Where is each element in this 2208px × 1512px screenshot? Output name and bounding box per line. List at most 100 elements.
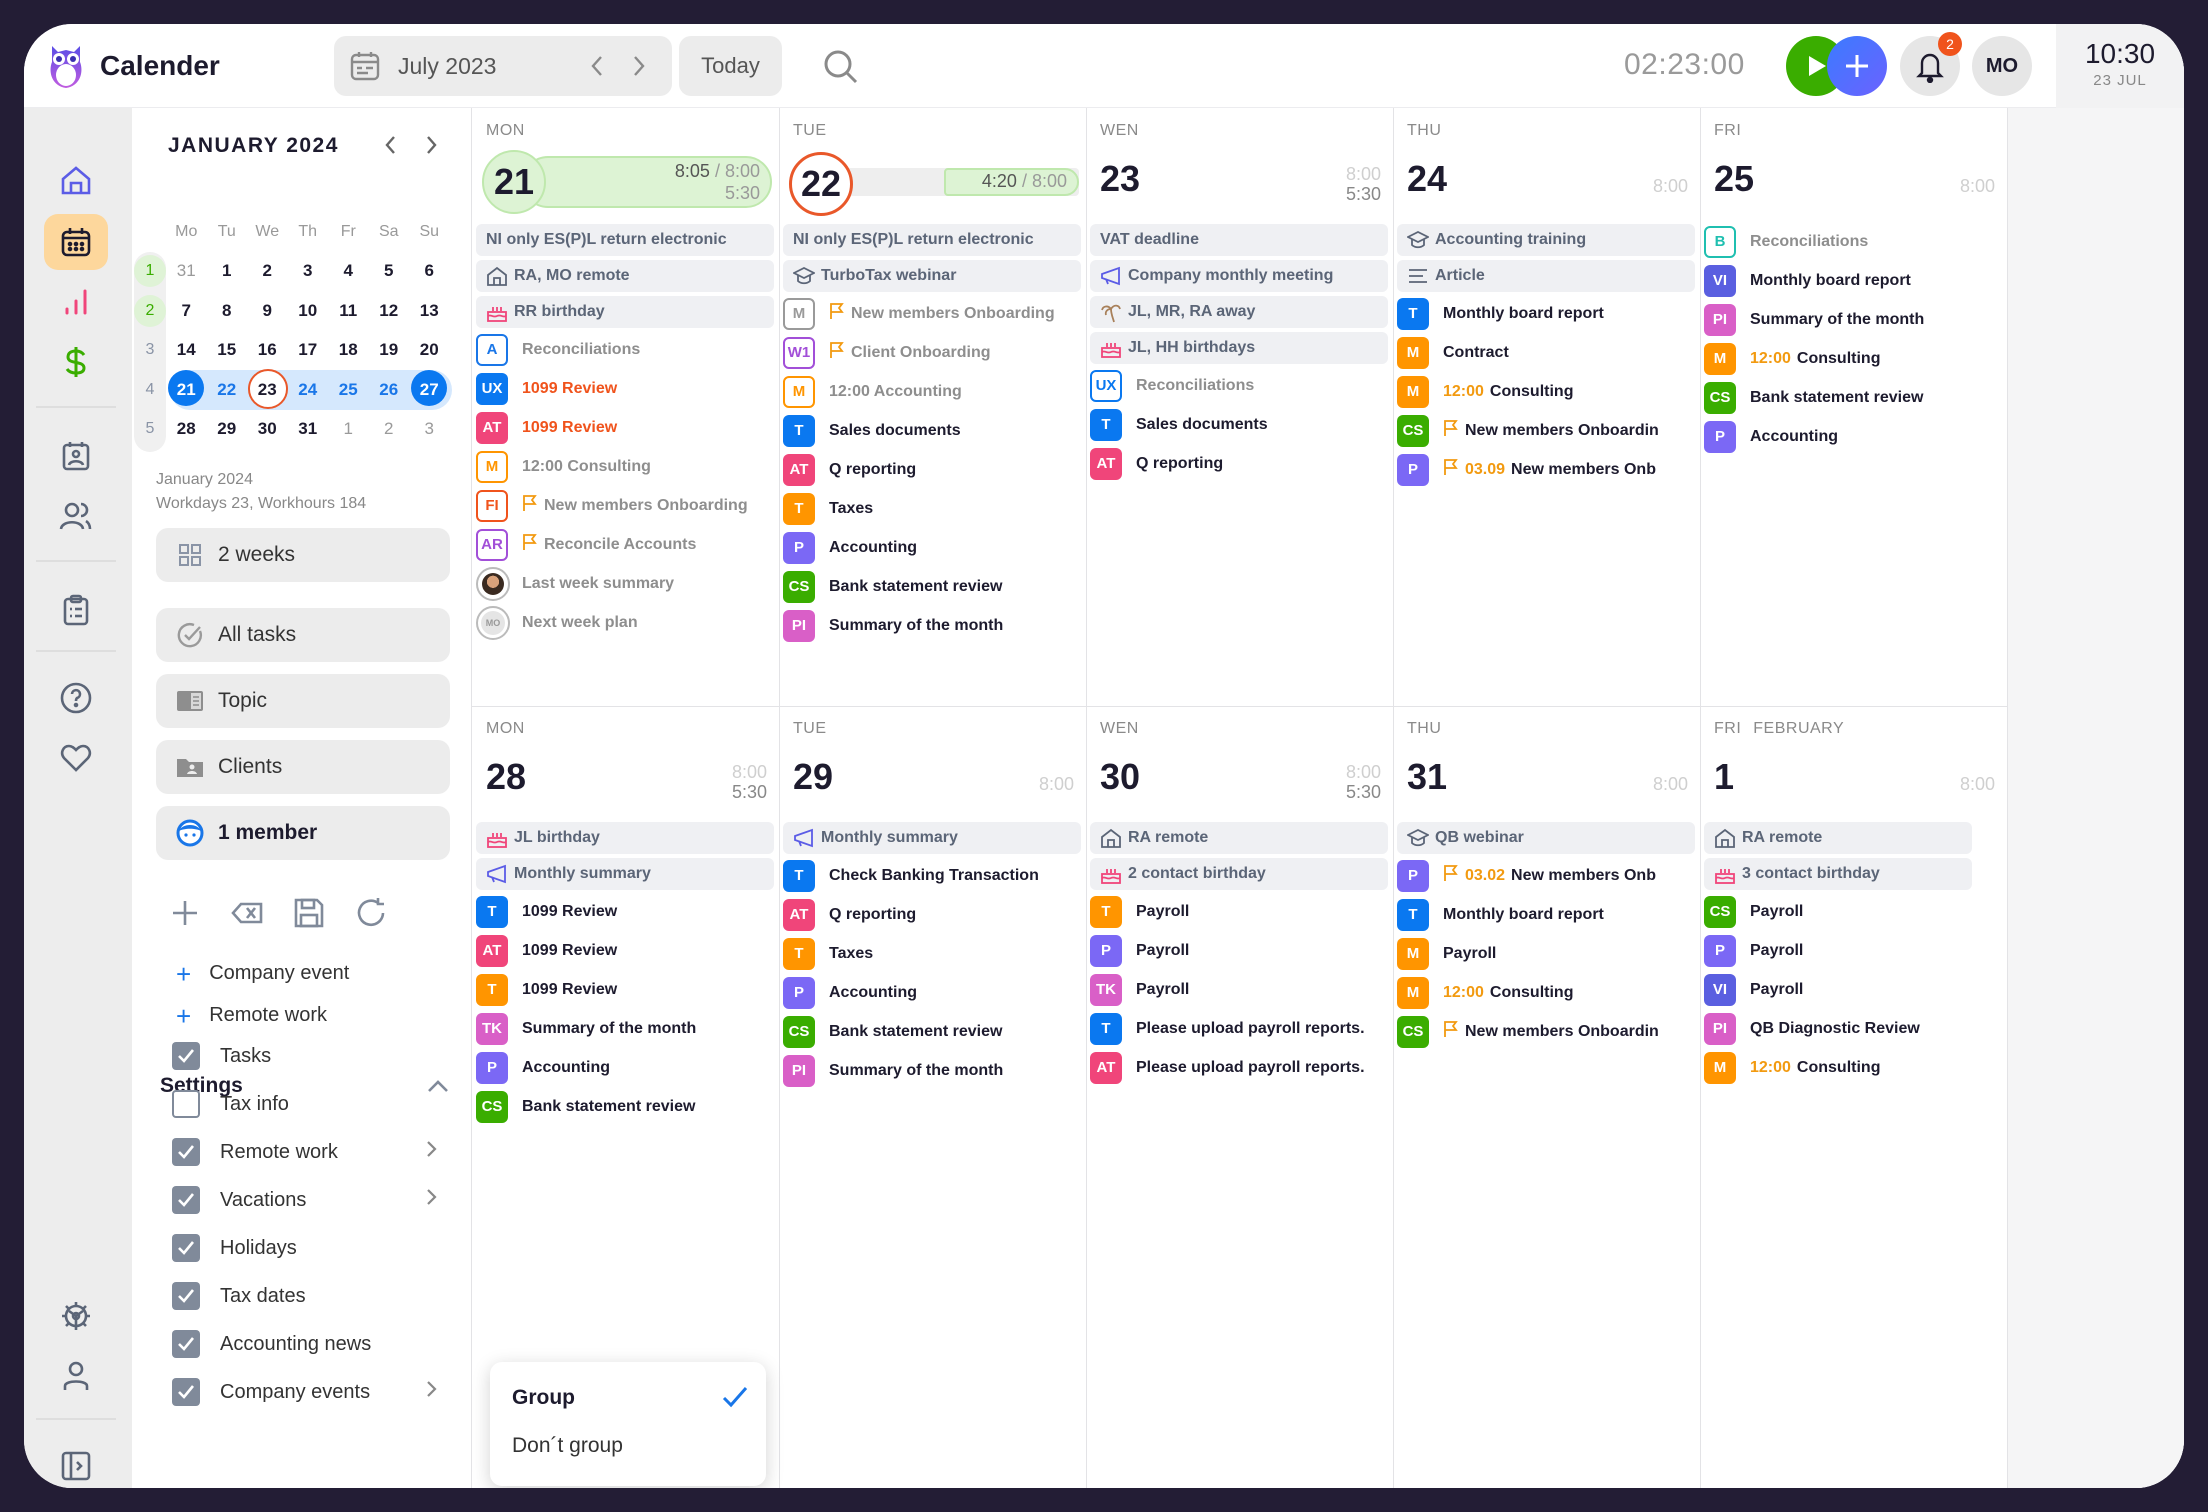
mini-cal-day[interactable]: 7 bbox=[166, 301, 207, 321]
nav-profile[interactable] bbox=[44, 1348, 108, 1404]
collapse-sidebar-button[interactable] bbox=[44, 1438, 108, 1488]
task-item[interactable]: PI Summary of the month bbox=[783, 1053, 1081, 1088]
mini-cal-day[interactable]: 18 bbox=[328, 340, 369, 360]
task-item[interactable]: AT Q reporting bbox=[1090, 446, 1388, 481]
task-item[interactable]: B Reconciliations bbox=[1704, 224, 2002, 259]
all-day-event[interactable]: RA remote bbox=[1704, 822, 1972, 854]
mini-cal-day[interactable]: 26 bbox=[369, 380, 410, 400]
day-cell[interactable]: WEN 30 8:00 5:30 RA remote 2 contact birthday… bbox=[1086, 706, 1393, 1304]
filter-clients[interactable]: Clients bbox=[156, 740, 450, 794]
nav-favorites[interactable] bbox=[44, 730, 108, 786]
clear-filter-icon[interactable] bbox=[230, 896, 264, 930]
filter-members[interactable]: 1 member bbox=[156, 806, 450, 860]
day-cell[interactable]: FRI FEBRUARY 1 8:00 RA remote 3 contact birth… bbox=[1700, 706, 2007, 1304]
all-day-event[interactable]: JL, MR, RA away bbox=[1090, 296, 1388, 328]
task-item[interactable]: P Payroll bbox=[1704, 933, 1972, 968]
day-number[interactable]: 28 bbox=[486, 756, 526, 798]
chevron-right-icon[interactable] bbox=[424, 1187, 438, 1213]
mini-cal-day[interactable]: 2 bbox=[247, 261, 288, 281]
mini-cal-day[interactable]: 15 bbox=[207, 340, 248, 360]
plus-icon[interactable] bbox=[168, 896, 202, 930]
task-item[interactable]: M Contract bbox=[1397, 335, 1695, 370]
mini-cal-day[interactable]: 3 bbox=[409, 419, 450, 439]
next-month-button[interactable] bbox=[618, 46, 658, 86]
day-cell[interactable]: FRI 25 8:00 B Reconciliations VI Monthly board… bbox=[1700, 108, 2007, 706]
mini-cal-day[interactable]: 9 bbox=[247, 301, 288, 321]
task-item[interactable]: W1 Client Onboarding bbox=[783, 335, 1081, 370]
day-number[interactable]: 24 bbox=[1407, 158, 1447, 200]
nav-help[interactable] bbox=[44, 670, 108, 726]
task-item[interactable]: M 12:00 Accounting bbox=[783, 374, 1081, 409]
all-day-event[interactable]: Article bbox=[1397, 260, 1695, 292]
task-item[interactable]: T Taxes bbox=[783, 491, 1081, 526]
task-item[interactable]: CS Bank statement review bbox=[783, 1014, 1081, 1049]
nav-tasks[interactable] bbox=[44, 582, 108, 638]
mini-cal-day[interactable]: 30 bbox=[247, 419, 288, 439]
mini-cal-day[interactable]: 16 bbox=[247, 340, 288, 360]
mini-cal-day[interactable]: 22 bbox=[207, 380, 248, 400]
mini-cal-day[interactable]: 4 bbox=[328, 261, 369, 281]
notifications-button[interactable]: 2 bbox=[1900, 32, 1962, 96]
mini-cal-day[interactable]: 17 bbox=[288, 340, 329, 360]
all-day-event[interactable]: Monthly summary bbox=[476, 858, 774, 890]
week-number[interactable]: 2 bbox=[134, 294, 166, 327]
mini-cal-next-button[interactable] bbox=[414, 128, 448, 162]
nav-settings[interactable] bbox=[44, 1288, 108, 1344]
day-cell[interactable]: TUE 22 4:20 / 8:00 NI only ES(P)L return el… bbox=[779, 108, 1086, 706]
task-item[interactable]: P Accounting bbox=[783, 530, 1081, 565]
nav-contacts[interactable] bbox=[44, 428, 108, 484]
filter-all-tasks[interactable]: All tasks bbox=[156, 608, 450, 662]
mini-cal-day[interactable]: 28 bbox=[166, 419, 207, 439]
all-day-event[interactable]: QB webinar bbox=[1397, 822, 1695, 854]
day-number[interactable]: 1 bbox=[1714, 756, 1734, 798]
mini-cal-day[interactable]: 20 bbox=[409, 340, 450, 360]
task-item[interactable]: PI Summary of the month bbox=[783, 608, 1081, 643]
task-item[interactable]: CS Payroll bbox=[1704, 894, 1972, 929]
task-item[interactable]: M 12:00 Consulting bbox=[1397, 975, 1695, 1010]
view-range-button[interactable]: 2 weeks bbox=[156, 528, 450, 582]
checkbox[interactable] bbox=[172, 1234, 200, 1262]
all-day-event[interactable]: RA remote bbox=[1090, 822, 1388, 854]
day-number[interactable]: 29 bbox=[793, 756, 833, 798]
task-item[interactable]: CS Bank statement review bbox=[783, 569, 1081, 604]
task-item[interactable]: Last week summary bbox=[476, 566, 774, 601]
task-item[interactable]: P Payroll bbox=[1090, 933, 1388, 968]
task-item[interactable]: CS Bank statement review bbox=[1704, 380, 2002, 415]
day-number[interactable]: 25 bbox=[1714, 158, 1754, 200]
nav-reports[interactable] bbox=[44, 274, 108, 330]
task-item[interactable]: CS New members Onboardin bbox=[1397, 1014, 1695, 1049]
mini-cal-day[interactable]: 1 bbox=[207, 261, 248, 281]
all-day-event[interactable]: VAT deadline bbox=[1090, 224, 1388, 256]
task-item[interactable]: P 03.02 New members Onb bbox=[1397, 858, 1695, 893]
save-icon[interactable] bbox=[292, 896, 326, 930]
task-item[interactable]: VI Payroll bbox=[1704, 972, 1972, 1007]
day-number-today[interactable]: 22 bbox=[789, 152, 853, 216]
all-day-event[interactable]: RA, MO remote bbox=[476, 260, 774, 292]
task-item[interactable]: AR Reconcile Accounts bbox=[476, 527, 774, 562]
task-item[interactable]: UX Reconciliations bbox=[1090, 368, 1388, 403]
mini-cal-day[interactable]: 31 bbox=[166, 261, 207, 281]
task-item[interactable]: TK Payroll bbox=[1090, 972, 1388, 1007]
task-item[interactable]: M Payroll bbox=[1397, 936, 1695, 971]
setting-tax-info[interactable]: Tax info bbox=[172, 1090, 452, 1118]
all-day-event[interactable]: RR birthday bbox=[476, 296, 774, 328]
task-item[interactable]: T Sales documents bbox=[1090, 407, 1388, 442]
day-cell[interactable]: MON 28 8:00 5:30 JL birthday Monthly summary T… bbox=[472, 706, 779, 1304]
task-item[interactable]: T Sales documents bbox=[783, 413, 1081, 448]
mini-cal-day[interactable]: 10 bbox=[288, 301, 329, 321]
mini-cal-day[interactable]: 11 bbox=[328, 301, 369, 321]
refresh-icon[interactable] bbox=[354, 896, 388, 930]
nav-home[interactable] bbox=[44, 152, 108, 208]
setting-company-events[interactable]: Company events bbox=[172, 1378, 452, 1406]
task-item[interactable]: T 1099 Review bbox=[476, 972, 774, 1007]
checkbox[interactable] bbox=[172, 1138, 200, 1166]
user-avatar[interactable]: MO bbox=[1972, 36, 2032, 96]
mini-cal-day[interactable]: 19 bbox=[369, 340, 410, 360]
task-item[interactable]: PI Summary of the month bbox=[1704, 302, 2002, 337]
setting-tax-dates[interactable]: Tax dates bbox=[172, 1282, 452, 1310]
task-item[interactable]: T Payroll bbox=[1090, 894, 1388, 929]
mini-cal-day[interactable]: 5 bbox=[369, 261, 410, 281]
task-item[interactable]: T Monthly board report bbox=[1397, 897, 1695, 932]
task-item[interactable]: P Accounting bbox=[783, 975, 1081, 1010]
mini-cal-day[interactable]: 24 bbox=[288, 380, 329, 400]
